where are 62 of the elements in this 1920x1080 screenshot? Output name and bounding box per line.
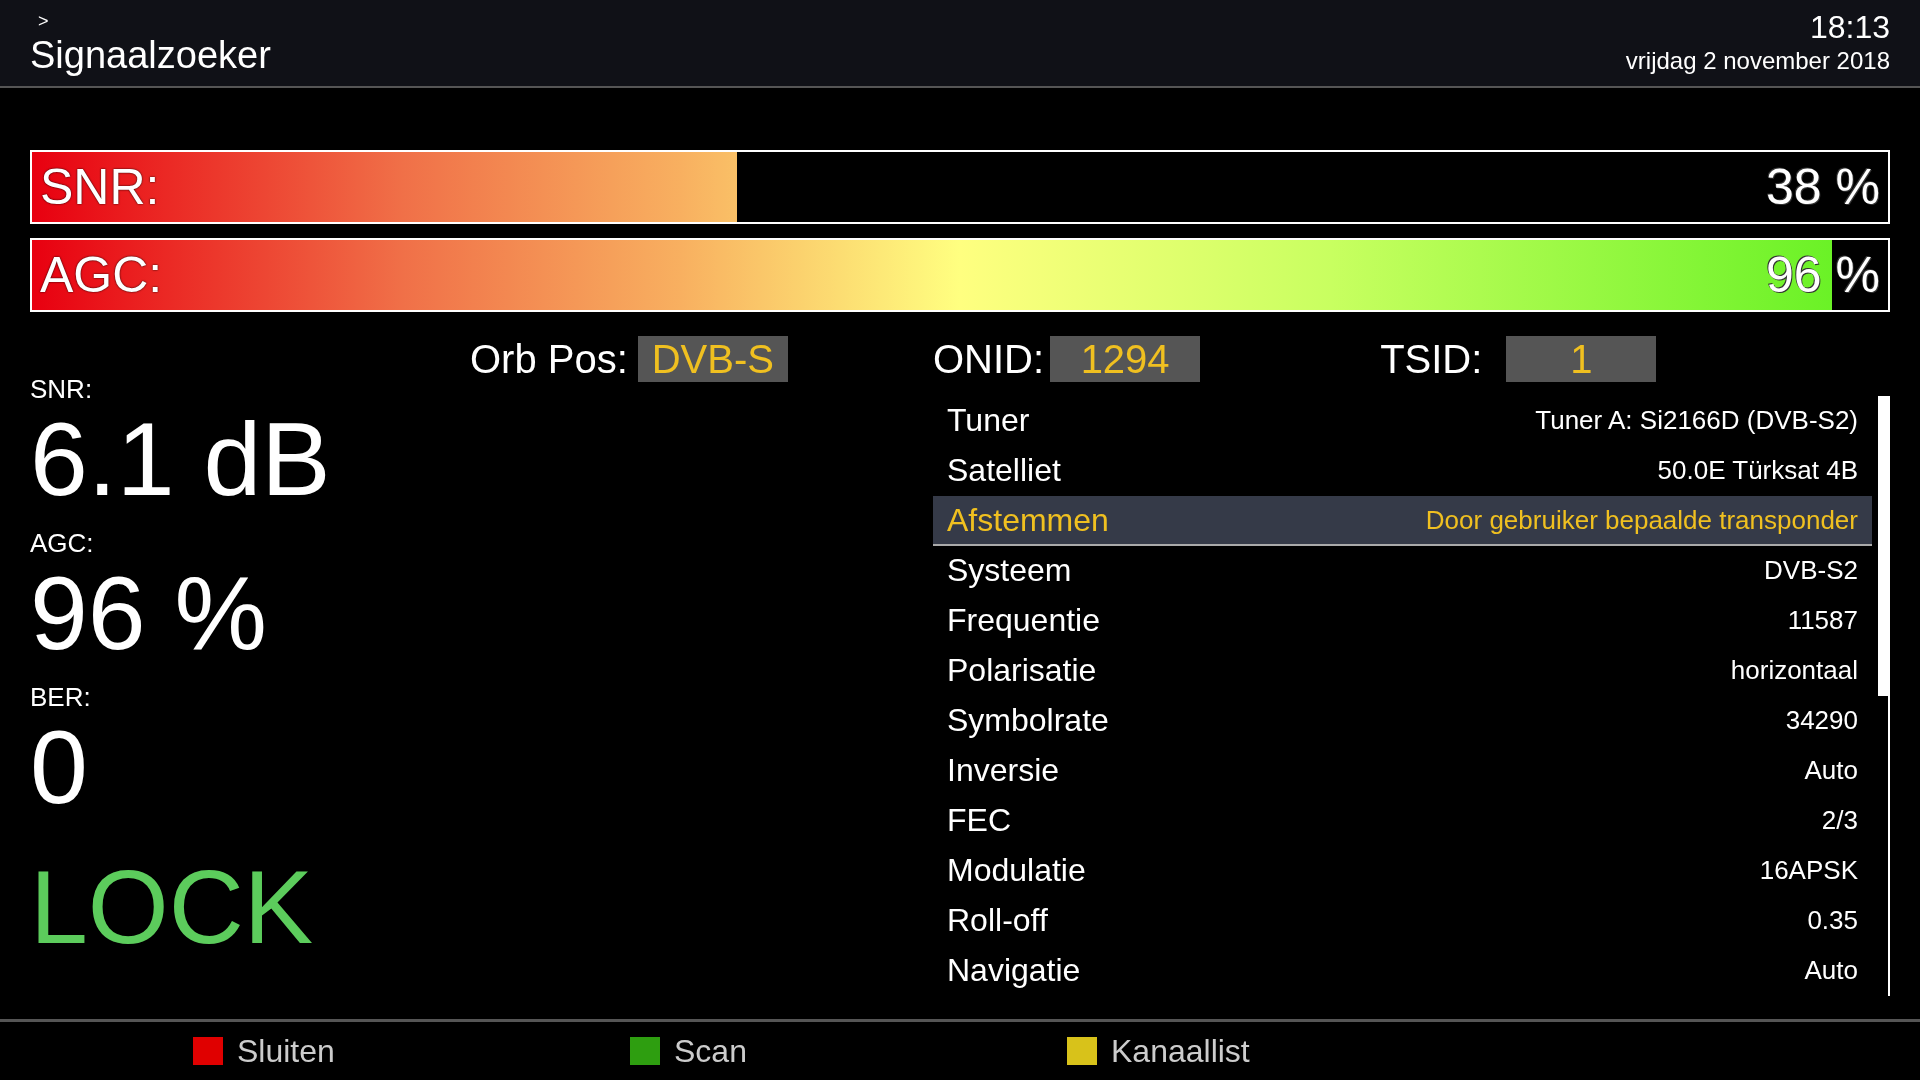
reading-label: AGC: <box>30 528 95 558</box>
reading-label: SNR: <box>30 374 94 404</box>
info-label: Orb Pos: <box>470 336 628 382</box>
detail-label: Satelliet <box>947 451 1061 489</box>
reading-value: 96 % <box>30 558 269 668</box>
reading-value: 6.1 dB <box>30 404 332 514</box>
detail-label: FEC <box>947 801 1011 839</box>
detail-value: Auto <box>1804 954 1858 986</box>
meter-label: AGC: <box>40 246 163 304</box>
date: vrijdag 2 november 2018 <box>1625 46 1890 76</box>
meter-label: SNR: <box>40 158 160 216</box>
detail-value: Auto <box>1804 754 1858 786</box>
screen-title: Signaalzoeker <box>30 33 271 78</box>
info-label: ONID: <box>933 336 1045 382</box>
detail-value: Tuner A: Si2166D (DVB-S2) <box>1535 404 1858 436</box>
info-label: TSID: <box>1380 336 1483 382</box>
detail-row[interactable]: Tuner Tuner A: Si2166D (DVB-S2) <box>933 396 1872 446</box>
detail-row[interactable]: Satelliet 50.0E Türksat 4B <box>933 446 1872 496</box>
detail-value: 50.0E Türksat 4B <box>1657 454 1858 486</box>
detail-row[interactable]: Frequentie 11587 <box>933 596 1872 646</box>
clock: 18:13 <box>1809 8 1890 46</box>
scrollbar[interactable] <box>1878 396 1890 996</box>
meter-reading: 96 % <box>1766 246 1880 304</box>
detail-label: Frequentie <box>947 601 1100 639</box>
breadcrumb: > <box>37 10 50 32</box>
detail-value: DVB-S2 <box>1764 554 1858 586</box>
detail-row[interactable]: Polarisatie horizontaal <box>933 646 1872 696</box>
lock-status: LOCK <box>30 852 315 962</box>
detail-row[interactable]: Systeem DVB-S2 <box>933 546 1872 596</box>
detail-value: 11587 <box>1787 604 1858 636</box>
detail-label: Navigatie <box>947 951 1081 989</box>
reading-value: 0 <box>30 712 89 822</box>
detail-label: Inversie <box>947 751 1060 789</box>
detail-label: Systeem <box>947 551 1072 589</box>
key-hint[interactable]: Sluiten <box>237 1032 335 1070</box>
detail-row[interactable]: Inversie Auto <box>933 746 1872 796</box>
detail-value: 0.35 <box>1807 904 1858 936</box>
detail-value: 2/3 <box>1821 804 1858 836</box>
detail-label: Symbolrate <box>947 701 1109 739</box>
reading-label: BER: <box>30 682 92 712</box>
info-value: DVB-S <box>637 336 788 382</box>
detail-label: Polarisatie <box>947 651 1097 689</box>
detail-label: Modulatie <box>947 851 1086 889</box>
detail-value: 34290 <box>1785 704 1858 736</box>
detail-label: Tuner <box>947 401 1030 439</box>
detail-label: Afstemmen <box>947 501 1109 539</box>
detail-label: Roll-off <box>947 901 1048 939</box>
detail-row[interactable]: Modulatie 16APSK <box>933 846 1872 896</box>
info-value: 1294 <box>1050 336 1201 382</box>
detail-row[interactable]: Roll-off 0.35 <box>933 896 1872 946</box>
detail-value: 16APSK <box>1759 854 1858 886</box>
detail-row[interactable]: Afstemmen Door gebruiker bepaalde transponder <box>933 496 1872 546</box>
detail-value: horizontaal <box>1730 654 1858 686</box>
scroll-thumb[interactable] <box>1878 396 1888 696</box>
detail-row[interactable]: FEC 2/3 <box>933 796 1872 846</box>
detail-row[interactable]: Navigatie Auto <box>933 946 1872 996</box>
detail-value: Door gebruiker bepaalde transponder <box>1425 504 1858 536</box>
detail-row[interactable]: Symbolrate 34290 <box>933 696 1872 746</box>
key-hint[interactable]: Scan <box>674 1032 747 1070</box>
meter-reading: 38 % <box>1766 158 1880 216</box>
key-hint[interactable]: Kanaallist <box>1111 1032 1250 1070</box>
info-value: 1 <box>1506 336 1657 382</box>
